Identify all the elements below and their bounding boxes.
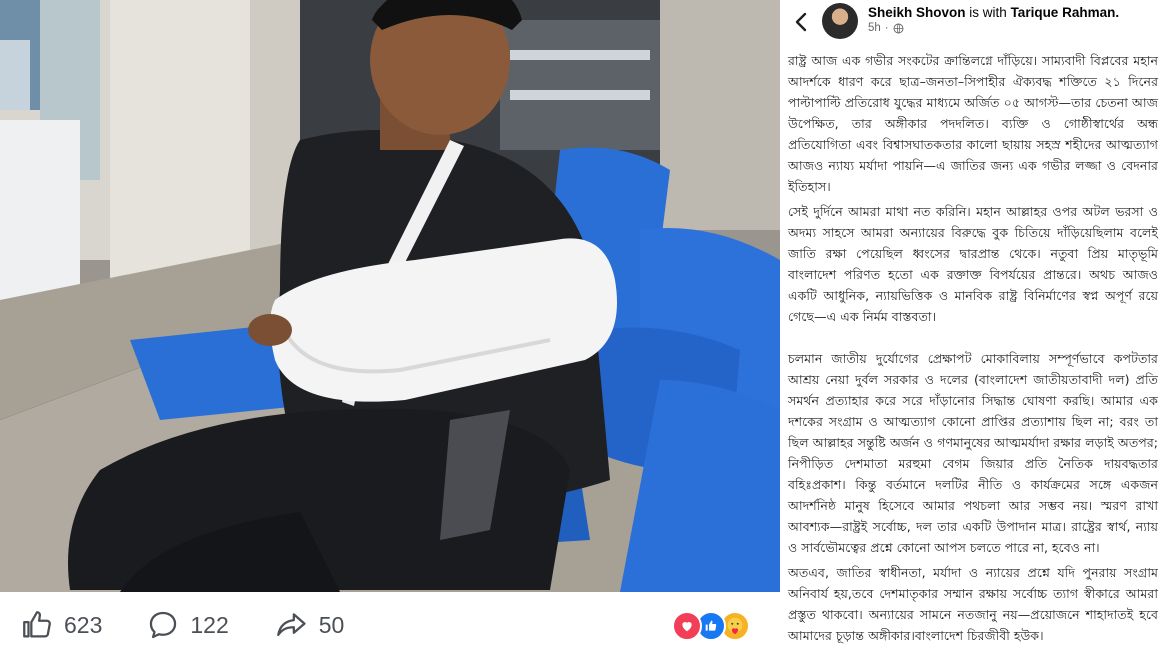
like-button[interactable]: 623: [20, 592, 102, 658]
thumbs-up-icon: [23, 611, 51, 638]
post-paragraph-1: রাষ্ট্র আজ এক গভীর সংকটের ক্রান্তিলগ্নে …: [788, 53, 1158, 194]
photo-man-with-arm-cast: [0, 0, 780, 592]
tagged-name[interactable]: Tarique Rahman.: [1011, 5, 1120, 20]
post-time[interactable]: 5h: [868, 21, 881, 36]
post-header: Sheikh Shovon is with Tarique Rahman. 5h…: [788, 0, 1158, 44]
comment-bubble-icon: [150, 611, 177, 639]
post-meta: 5h ·: [868, 21, 1168, 36]
post-paragraph-2: সেই দুর্দিনে আমরা মাথা নত করিনি। মহান আল…: [788, 204, 1158, 324]
share-count: 50: [318, 611, 345, 638]
share-button[interactable]: 50: [273, 592, 345, 658]
globe-icon: [893, 23, 904, 34]
post-paragraph-3: চলমান জাতীয় দুর্যোগের প্রেক্ষাপট মোকাবি…: [788, 351, 1158, 555]
back-button[interactable]: [792, 10, 812, 34]
author-name[interactable]: Sheikh Shovon: [868, 5, 966, 20]
post-body: রাষ্ট্র আজ এক গভীর সংকটের ক্রান্তিলগ্নে …: [788, 50, 1158, 646]
like-count: 623: [64, 611, 103, 638]
avatar[interactable]: [822, 3, 858, 39]
post-photo[interactable]: [0, 0, 780, 592]
comment-count: 122: [190, 611, 229, 638]
engagement-bar: 623 122 50: [0, 592, 780, 658]
share-arrow-icon: [276, 613, 306, 637]
post-author-line: Sheikh Shovon is with Tarique Rahman.: [868, 4, 1168, 21]
post-text-panel: Sheikh Shovon is with Tarique Rahman. 5h…: [780, 0, 1170, 658]
reaction-icons[interactable]: [672, 611, 762, 641]
post-paragraph-4: অতএব, জাতির স্বাধীনতা, মর্যাদা ও ন্যায়ে…: [788, 565, 1158, 643]
chevron-left-icon: [795, 12, 807, 32]
comment-button[interactable]: 122: [146, 592, 229, 658]
meta-dot: ·: [884, 22, 889, 34]
post-header-text: Sheikh Shovon is with Tarique Rahman. 5h…: [868, 4, 1168, 36]
with-text: is with: [969, 5, 1007, 20]
love-reaction-icon: [672, 611, 702, 641]
